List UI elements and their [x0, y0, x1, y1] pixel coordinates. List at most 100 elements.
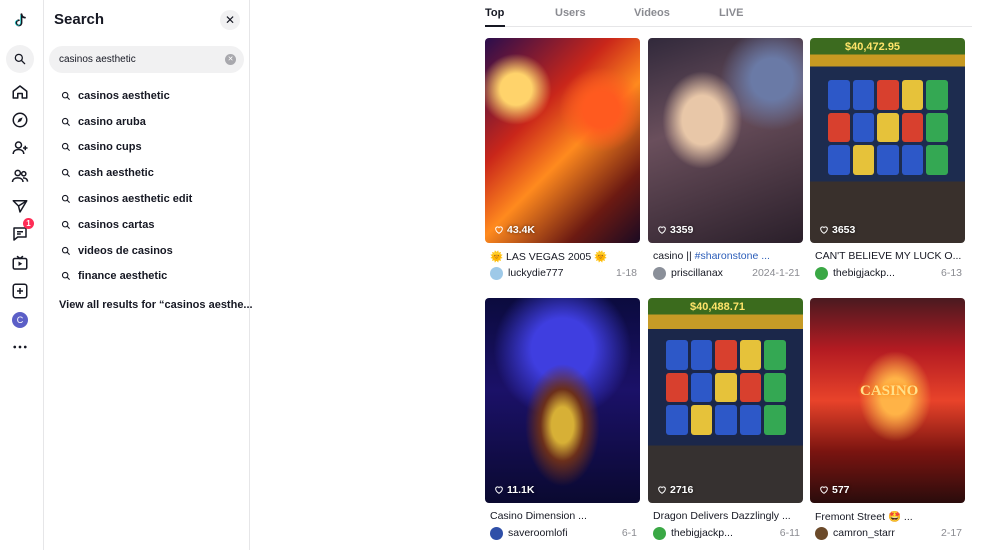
send-icon[interactable]	[8, 194, 32, 218]
slot-reels	[666, 340, 786, 435]
suggestion-label: casinos aesthetic	[78, 89, 170, 102]
home-icon[interactable]	[8, 80, 32, 104]
thumb-sign-text: CASINO	[860, 383, 919, 399]
avatar[interactable]	[653, 267, 666, 280]
caption-text: CAN'T BELIEVE MY LUCK O...	[815, 250, 962, 262]
close-search-button[interactable]: ✕	[220, 10, 240, 30]
video-thumbnail[interactable]: CASINO 577	[810, 298, 965, 503]
username[interactable]: thebigjackp...	[671, 527, 733, 539]
heart-icon	[820, 226, 828, 234]
icon-rail: 1 C	[0, 0, 44, 550]
search-input[interactable]	[59, 52, 219, 67]
suggestion-label: casinos aesthetic edit	[78, 193, 193, 206]
video-thumbnail[interactable]: $40,472.95 3653	[810, 38, 965, 243]
video-caption[interactable]: Fremont Street 🤩 ...	[815, 510, 963, 523]
video-thumbnail[interactable]: 11.1K	[485, 298, 640, 503]
like-count-value: 43.4K	[507, 224, 536, 236]
post-date: 2024-1-21	[752, 267, 800, 279]
explore-icon[interactable]	[8, 108, 32, 132]
heart-icon	[495, 486, 503, 494]
username[interactable]: camron_starr	[833, 527, 895, 539]
like-count-value: 11.1K	[507, 484, 535, 496]
video-caption[interactable]: casino || #sharonstone ...	[653, 250, 801, 262]
caption-text: casino ||	[653, 250, 695, 262]
avatar[interactable]	[490, 267, 503, 280]
video-meta: thebigjackp... 6-11	[653, 527, 800, 541]
post-date: 6-1	[621, 527, 637, 539]
search-icon[interactable]	[6, 45, 34, 73]
caption-text: 🌞 LAS VEGAS 2005 🌞	[490, 251, 608, 263]
video-thumbnail[interactable]: 3359	[648, 38, 803, 243]
following-icon[interactable]	[8, 136, 32, 160]
video-thumbnail[interactable]: 43.4K	[485, 38, 640, 243]
like-count: 43.4K	[494, 224, 535, 236]
suggestion-item[interactable]: casinos aesthetic edit	[44, 186, 250, 212]
video-meta: priscillanax 2024-1-21	[653, 267, 800, 281]
suggestion-item[interactable]: cash aesthetic	[44, 160, 250, 186]
video-meta: camron_starr 2-17	[815, 527, 962, 541]
like-count: 2716	[657, 484, 693, 496]
profile-avatar[interactable]: C	[8, 308, 32, 332]
username[interactable]: thebigjackp...	[833, 267, 895, 279]
avatar[interactable]	[490, 527, 503, 540]
tab-users[interactable]: Users	[555, 7, 586, 19]
search-panel: Search ✕ ✕ casinos aesthetic casino arub…	[44, 0, 253, 550]
suggestion-item[interactable]: finance aesthetic	[44, 264, 250, 290]
post-date: 1-18	[615, 267, 637, 279]
avatar[interactable]	[815, 527, 828, 540]
search-icon	[61, 142, 71, 152]
friends-icon[interactable]	[8, 164, 32, 188]
tab-live[interactable]: LIVE	[719, 7, 743, 19]
post-date: 6-11	[779, 527, 800, 539]
like-count: 11.1K	[494, 484, 534, 496]
suggestion-label: casinos cartas	[78, 218, 155, 231]
like-count: 3359	[657, 224, 693, 236]
like-count: 3653	[819, 224, 855, 236]
avatar[interactable]	[653, 527, 666, 540]
heart-icon	[658, 226, 666, 234]
suggestion-list: casinos aesthetic casino aruba casino cu…	[44, 83, 250, 289]
suggestion-item[interactable]: casinos cartas	[44, 212, 250, 238]
suggestion-item[interactable]: casino cups	[44, 135, 250, 161]
video-caption[interactable]: Dragon Delivers Dazzlingly ...	[653, 510, 801, 522]
more-icon[interactable]	[8, 335, 32, 359]
video-meta: thebigjackp... 6-13	[815, 267, 962, 281]
thumb-sign-text: $40,488.71	[690, 301, 746, 313]
username[interactable]: luckydie777	[508, 267, 563, 279]
tab-videos[interactable]: Videos	[634, 7, 670, 19]
suggestion-item[interactable]: casinos aesthetic	[44, 83, 250, 109]
like-count-value: 2716	[670, 484, 694, 496]
username[interactable]: priscillanax	[671, 267, 723, 279]
search-icon	[61, 220, 71, 230]
video-meta: saveroomlofi 6-1	[490, 527, 637, 541]
video-caption[interactable]: 🌞 LAS VEGAS 2005 🌞	[490, 250, 638, 263]
avatar[interactable]	[815, 267, 828, 280]
search-icon	[61, 91, 71, 101]
suggestion-item[interactable]: videos de casinos	[44, 238, 250, 264]
search-box[interactable]: ✕	[49, 46, 244, 73]
tab-top[interactable]: Top	[485, 7, 504, 19]
clear-search-icon[interactable]: ✕	[225, 54, 236, 65]
search-icon	[61, 271, 71, 281]
suggestion-label: casino cups	[78, 141, 142, 154]
post-date: 2-17	[940, 527, 962, 539]
like-count-value: 577	[832, 484, 850, 496]
suggestion-label: finance aesthetic	[78, 270, 168, 283]
upload-icon[interactable]	[8, 279, 32, 303]
heart-icon	[658, 486, 666, 494]
suggestion-item[interactable]: casino aruba	[44, 109, 250, 135]
search-panel-title: Search	[54, 11, 105, 28]
username[interactable]: saveroomlofi	[508, 527, 568, 539]
post-date: 6-13	[940, 267, 962, 279]
like-count: 577	[819, 484, 850, 496]
tiktok-logo-icon[interactable]	[8, 9, 32, 33]
video-caption[interactable]: CAN'T BELIEVE MY LUCK O...	[815, 250, 963, 262]
view-all-results-link[interactable]: View all results for “casinos aesthe...	[59, 299, 253, 311]
hashtag-link[interactable]: #sharonstone ...	[695, 250, 770, 262]
suggestion-label: videos de casinos	[78, 244, 173, 257]
inbox-icon[interactable]: 1	[8, 218, 34, 246]
video-thumbnail[interactable]: $40,488.71 2716	[648, 298, 803, 503]
video-caption[interactable]: Casino Dimension ...	[490, 510, 638, 522]
search-icon	[61, 246, 71, 256]
live-icon[interactable]	[8, 251, 32, 275]
